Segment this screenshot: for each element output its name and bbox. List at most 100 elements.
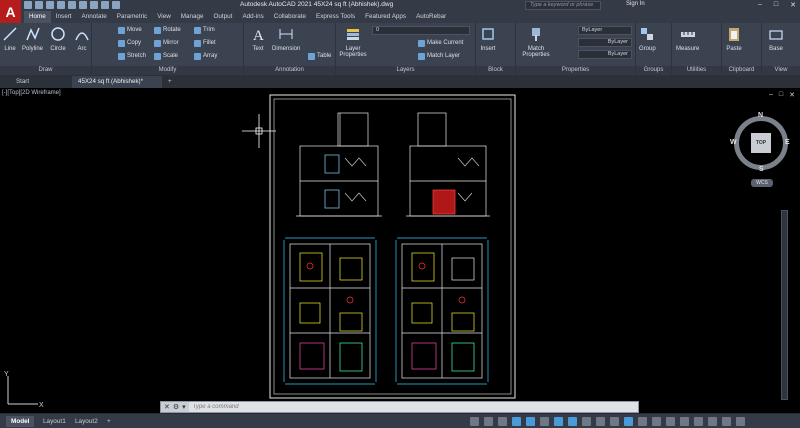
modify-panel-title[interactable]: Modify bbox=[92, 66, 243, 75]
fillet-tool[interactable]: Fillet bbox=[194, 38, 216, 48]
annotation-scale-icon[interactable] bbox=[624, 417, 633, 426]
tab-collaborate[interactable]: Collaborate bbox=[269, 11, 311, 23]
tab-view[interactable]: View bbox=[152, 11, 176, 23]
viewcube[interactable]: TOP N S E W bbox=[730, 112, 792, 174]
compass-east[interactable]: E bbox=[785, 139, 790, 146]
print-icon[interactable] bbox=[79, 1, 87, 9]
layer-dropdown[interactable]: 0 bbox=[372, 26, 470, 35]
draw-panel-title[interactable]: Draw bbox=[0, 66, 91, 75]
model-space-icon[interactable] bbox=[470, 417, 479, 426]
scale-tool[interactable]: Scale bbox=[154, 51, 178, 61]
share-icon[interactable] bbox=[112, 1, 120, 9]
polyline-tool[interactable]: Polyline bbox=[22, 26, 43, 52]
quick-properties-icon[interactable] bbox=[680, 417, 689, 426]
tab-parametric[interactable]: Parametric bbox=[112, 11, 152, 23]
layers-panel-title[interactable]: Layers bbox=[336, 66, 475, 75]
sign-in-button[interactable]: Sign In bbox=[626, 1, 645, 7]
view-panel-title[interactable]: View bbox=[762, 66, 800, 75]
redo-icon[interactable] bbox=[101, 1, 109, 9]
match-layer-tool[interactable]: Match Layer bbox=[418, 51, 460, 61]
save-as-icon[interactable] bbox=[57, 1, 65, 9]
snap-icon[interactable] bbox=[498, 417, 507, 426]
save-icon[interactable] bbox=[46, 1, 54, 9]
annotation-panel-title[interactable]: Annotation bbox=[244, 66, 335, 75]
paste-tool[interactable]: Paste bbox=[726, 26, 742, 52]
tab-layout1[interactable]: Layout1 bbox=[38, 416, 71, 427]
base-tool[interactable]: Base bbox=[768, 26, 784, 52]
viewport-minimize-icon[interactable]: – bbox=[769, 91, 773, 99]
annotation-visibility-icon[interactable] bbox=[638, 417, 647, 426]
viewport-controls-label[interactable]: [-][Top][2D Wireframe] bbox=[2, 90, 61, 96]
arc-tool[interactable]: Arc bbox=[74, 26, 90, 52]
lineweight-dropdown[interactable]: ByLayer bbox=[578, 50, 632, 59]
tab-output[interactable]: Output bbox=[209, 11, 238, 23]
tab-home[interactable]: Home bbox=[24, 11, 51, 23]
table-tool[interactable]: Table bbox=[308, 51, 331, 61]
object-snap-tracking-icon[interactable] bbox=[554, 417, 563, 426]
units-icon[interactable] bbox=[666, 417, 675, 426]
match-properties-tool[interactable]: Match Properties bbox=[519, 26, 553, 58]
workspace-switch-icon[interactable] bbox=[652, 417, 661, 426]
copy-tool[interactable]: Copy bbox=[118, 38, 141, 48]
compass-south[interactable]: S bbox=[759, 166, 764, 173]
properties-panel-title[interactable]: Properties bbox=[516, 66, 635, 75]
command-history-icon[interactable]: ▾ bbox=[182, 403, 186, 411]
groups-panel-title[interactable]: Groups bbox=[636, 66, 671, 75]
tab-layout2[interactable]: Layout2 bbox=[70, 416, 103, 427]
open-icon[interactable] bbox=[35, 1, 43, 9]
hardware-acceleration-icon[interactable] bbox=[708, 417, 717, 426]
navigation-bar[interactable] bbox=[781, 210, 788, 400]
insert-tool[interactable]: Insert bbox=[480, 26, 496, 52]
close-command-icon[interactable]: ✕ bbox=[164, 403, 170, 411]
clipboard-panel-title[interactable]: Clipboard bbox=[722, 66, 761, 75]
array-tool[interactable]: Array bbox=[194, 51, 217, 61]
ortho-icon[interactable] bbox=[512, 417, 521, 426]
circle-tool[interactable]: Circle bbox=[50, 26, 66, 52]
color-dropdown[interactable]: ByLayer bbox=[578, 26, 632, 35]
line-tool[interactable]: Line bbox=[2, 26, 18, 52]
selection-cycling-icon[interactable] bbox=[610, 417, 619, 426]
tab-manage[interactable]: Manage bbox=[176, 11, 209, 23]
web-icon[interactable] bbox=[68, 1, 76, 9]
isolate-objects-icon[interactable] bbox=[694, 417, 703, 426]
compass-north[interactable]: N bbox=[758, 112, 763, 119]
rotate-tool[interactable]: Rotate bbox=[154, 25, 181, 35]
polar-icon[interactable] bbox=[526, 417, 535, 426]
add-layout-button[interactable]: + bbox=[102, 416, 116, 427]
customize-icon[interactable]: ⚙ bbox=[173, 403, 179, 411]
text-tool[interactable]: A Text bbox=[250, 26, 266, 52]
object-snap-icon[interactable] bbox=[568, 417, 577, 426]
maximize-icon[interactable]: □ bbox=[774, 1, 778, 9]
viewcube-top-face[interactable]: TOP bbox=[751, 133, 771, 153]
undo-icon[interactable] bbox=[90, 1, 98, 9]
tab-model[interactable]: Model bbox=[6, 416, 35, 427]
make-current-tool[interactable]: Make Current bbox=[418, 38, 463, 48]
new-icon[interactable] bbox=[24, 1, 32, 9]
compass-west[interactable]: W bbox=[730, 139, 737, 146]
lineweight-icon[interactable] bbox=[582, 417, 591, 426]
close-icon[interactable]: ✕ bbox=[790, 1, 796, 9]
tab-add-ins[interactable]: Add-ins bbox=[237, 11, 268, 23]
search-input[interactable]: Type a keyword or phrase bbox=[525, 1, 601, 10]
grid-icon[interactable] bbox=[484, 417, 493, 426]
minimize-icon[interactable]: – bbox=[758, 1, 762, 9]
tab-express-tools[interactable]: Express Tools bbox=[311, 11, 360, 23]
tab-annotate[interactable]: Annotate bbox=[77, 11, 112, 23]
isodraft-icon[interactable] bbox=[540, 417, 549, 426]
customization-menu-icon[interactable] bbox=[736, 417, 745, 426]
tab-featured-apps[interactable]: Featured Apps bbox=[360, 11, 411, 23]
wcs-menu[interactable]: WCS bbox=[751, 179, 773, 187]
trim-tool[interactable]: Trim bbox=[194, 25, 215, 35]
transparency-icon[interactable] bbox=[596, 417, 605, 426]
block-panel-title[interactable]: Block bbox=[476, 66, 515, 75]
dimension-tool[interactable]: Dimension bbox=[272, 26, 300, 52]
drawing-canvas[interactable]: [-][Top][2D Wireframe] – □ ✕ TOP N S E W… bbox=[0, 88, 800, 413]
new-tab-button[interactable]: + bbox=[162, 76, 178, 88]
mirror-tool[interactable]: Mirror bbox=[154, 38, 179, 48]
tab-autorebar[interactable]: AutoRebar bbox=[411, 11, 451, 23]
utilities-panel-title[interactable]: Utilities bbox=[672, 66, 721, 75]
group-tool[interactable]: Group bbox=[639, 26, 656, 52]
document-tab[interactable]: 45X24 sq ft (Abhishek)* bbox=[72, 76, 162, 88]
command-input[interactable] bbox=[188, 402, 638, 412]
viewport-restore-icon[interactable]: □ bbox=[779, 91, 783, 99]
